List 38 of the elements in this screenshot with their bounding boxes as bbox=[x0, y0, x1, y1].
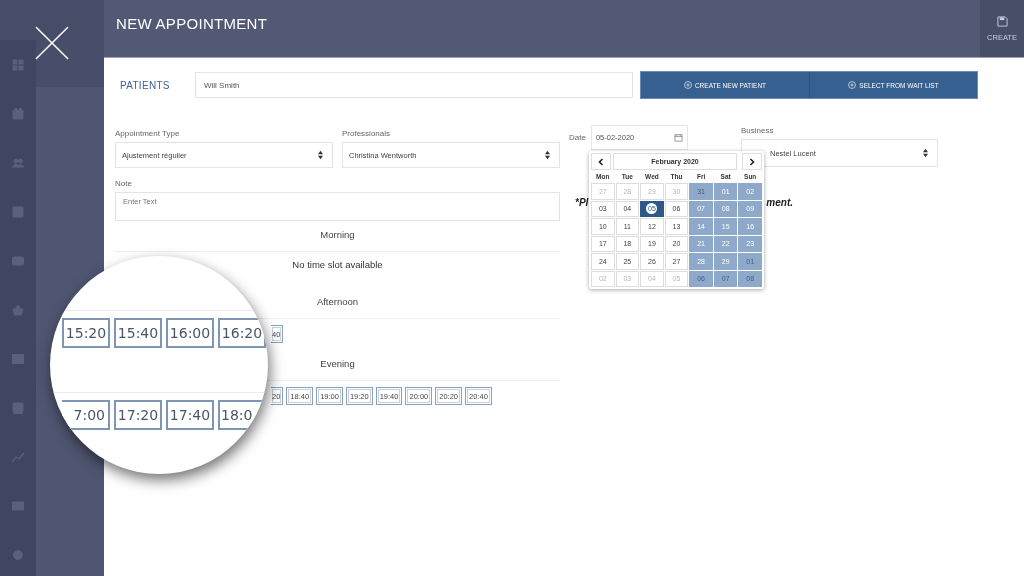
trend-icon[interactable] bbox=[12, 451, 24, 463]
time-slot-button[interactable]: 17:40 bbox=[166, 400, 214, 430]
time-slot-button[interactable]: 15:40 bbox=[114, 318, 162, 348]
empty-message: No time slot available bbox=[291, 259, 384, 270]
time-slot-button[interactable]: 16:00 bbox=[166, 318, 214, 348]
sort-caret-icon bbox=[544, 150, 551, 160]
section-title: Evening bbox=[319, 358, 356, 371]
next-month-button[interactable] bbox=[742, 153, 762, 170]
patient-field[interactable]: Will Smith bbox=[195, 72, 633, 98]
save-icon bbox=[996, 15, 1008, 27]
chevron-left-icon bbox=[597, 157, 605, 166]
section-title: Afternoon bbox=[315, 296, 360, 309]
close-icon[interactable] bbox=[35, 26, 69, 60]
window-title: NEW APPOINTMENT bbox=[116, 15, 268, 34]
field-label: Note bbox=[115, 179, 133, 188]
time-slot-button[interactable]: 16:20 bbox=[218, 318, 266, 348]
field-label: Appointment Type bbox=[115, 129, 181, 138]
patients-label: PATIENTS bbox=[119, 79, 171, 91]
time-slot-button[interactable]: 7:00 bbox=[62, 400, 110, 430]
hint-text: ment. bbox=[766, 197, 793, 208]
sort-caret-icon bbox=[317, 150, 324, 160]
calendar-icon[interactable] bbox=[12, 108, 24, 120]
basket-icon[interactable] bbox=[12, 304, 24, 316]
plus-circle-icon bbox=[848, 81, 857, 89]
calendar-icon bbox=[673, 133, 683, 142]
time-slot-button[interactable]: 17:20 bbox=[114, 400, 162, 430]
chevron-right-icon bbox=[748, 157, 756, 166]
hint-text: *Pl bbox=[575, 197, 589, 208]
section-title: Morning bbox=[319, 229, 356, 242]
field-label: Date bbox=[569, 133, 586, 142]
field-label: Business bbox=[741, 126, 775, 135]
time-slot-button[interactable]: 15:20 bbox=[62, 318, 110, 348]
previous-month-button[interactable] bbox=[591, 153, 611, 170]
plus-circle-icon bbox=[683, 81, 692, 89]
people-icon[interactable] bbox=[12, 157, 24, 169]
field-label: Professionals bbox=[342, 129, 392, 138]
sort-caret-icon bbox=[922, 148, 929, 158]
dashboard-icon[interactable] bbox=[12, 59, 24, 71]
